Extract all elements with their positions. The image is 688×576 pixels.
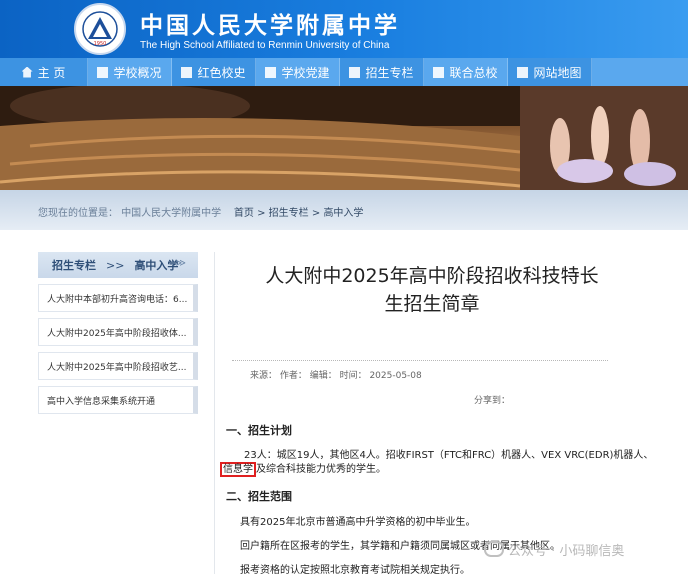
nav-item-party-building[interactable]: 学校党建 — [256, 58, 340, 86]
share-label[interactable]: 分享到： — [474, 393, 510, 406]
breadcrumb: 您现在的位置是： 中国人民大学附属中学 首页 > 招生专栏 > 高中入学 — [38, 208, 364, 219]
sidebar-item[interactable]: 人大附中2025年高中阶段招收艺... — [38, 352, 198, 380]
school-logo[interactable]: 1950 — [74, 3, 126, 55]
sidebar-item[interactable]: 人大附中本部初升高咨询电话：6... — [38, 284, 198, 312]
doc-icon — [433, 66, 445, 78]
wechat-icon — [484, 541, 504, 557]
logo-emblem-icon: 1950 — [82, 11, 118, 47]
paragraph-scope-1: 具有2025年北京市普通高中升学资格的初中毕业生。 — [240, 517, 476, 528]
site-title-en: The High School Affiliated to Renmin Uni… — [140, 40, 390, 51]
doc-icon — [349, 66, 361, 78]
nav-item-school-overview[interactable]: 学校概况 — [88, 58, 172, 86]
doc-icon — [97, 66, 109, 78]
meta-divider — [232, 360, 608, 361]
sidebar-header: 招生专栏 >> 高中入学 ≫ — [38, 252, 198, 278]
section-heading-plan: 一、招生计划 — [226, 424, 292, 437]
nav-item-united-schools[interactable]: 联合总校 — [424, 58, 508, 86]
main-nav: 主 页 学校概况 红色校史 学校党建 招生专栏 联合总校 网站地图 — [0, 58, 688, 86]
nav-item-site-map[interactable]: 网站地图 — [508, 58, 592, 86]
highlight-box: 信息学 — [220, 462, 256, 477]
nav-item-admissions[interactable]: 招生专栏 — [340, 58, 424, 86]
sidebar: 招生专栏 >> 高中入学 ≫ 人大附中本部初升高咨询电话：6... 人大附中20… — [38, 252, 198, 414]
site-title-cn: 中国人民大学附属中学 — [140, 12, 400, 39]
sidebar-item[interactable]: 人大附中2025年高中阶段招收体... — [38, 318, 198, 346]
breadcrumb-admissions[interactable]: 招生专栏 — [269, 208, 309, 219]
chevron-down-icon[interactable]: ≫ — [176, 258, 186, 269]
breadcrumb-high-school[interactable]: 高中入学 — [323, 208, 363, 219]
paragraph-plan-line2: 信息学 及综合科技能力优秀的学生。 — [220, 460, 386, 477]
doc-icon — [517, 66, 529, 78]
section-heading-scope: 二、招生范围 — [226, 490, 292, 503]
paragraph-plan-line1: 23人：城区19人，其他区4人。招收FIRST（FTC和FRC）机器人、VEX … — [244, 450, 654, 461]
sidebar-item[interactable]: 高中入学信息采集系统开通 — [38, 386, 198, 414]
nav-item-red-history[interactable]: 红色校史 — [172, 58, 256, 86]
sidebar-section[interactable]: 招生专栏 — [52, 257, 96, 273]
sidebar-current[interactable]: 高中入学 — [134, 257, 178, 273]
site-header: 1950 中国人民大学附属中学 The High School Affiliat… — [0, 0, 688, 58]
article-meta: 来源： 作者： 编辑： 时间： 2025-05-08 — [250, 371, 422, 381]
watermark: 公众号 · 小码聊信奥 — [484, 540, 624, 559]
breadcrumb-bar: 您现在的位置是： 中国人民大学附属中学 首页 > 招生专栏 > 高中入学 — [0, 190, 688, 230]
nav-item-home[interactable]: 主 页 — [0, 58, 88, 86]
home-icon — [21, 66, 33, 78]
doc-icon — [265, 66, 277, 78]
svg-text:1950: 1950 — [94, 41, 107, 47]
doc-icon — [181, 66, 193, 78]
breadcrumb-site[interactable]: 中国人民大学附属中学 — [121, 208, 221, 219]
nav-filler — [592, 58, 688, 86]
breadcrumb-home[interactable]: 首页 — [234, 208, 254, 219]
article-title: 人大附中2025年高中阶段招收科技特长 生招生简章 — [265, 265, 599, 315]
banner-image — [0, 86, 688, 190]
column-divider — [214, 252, 215, 574]
